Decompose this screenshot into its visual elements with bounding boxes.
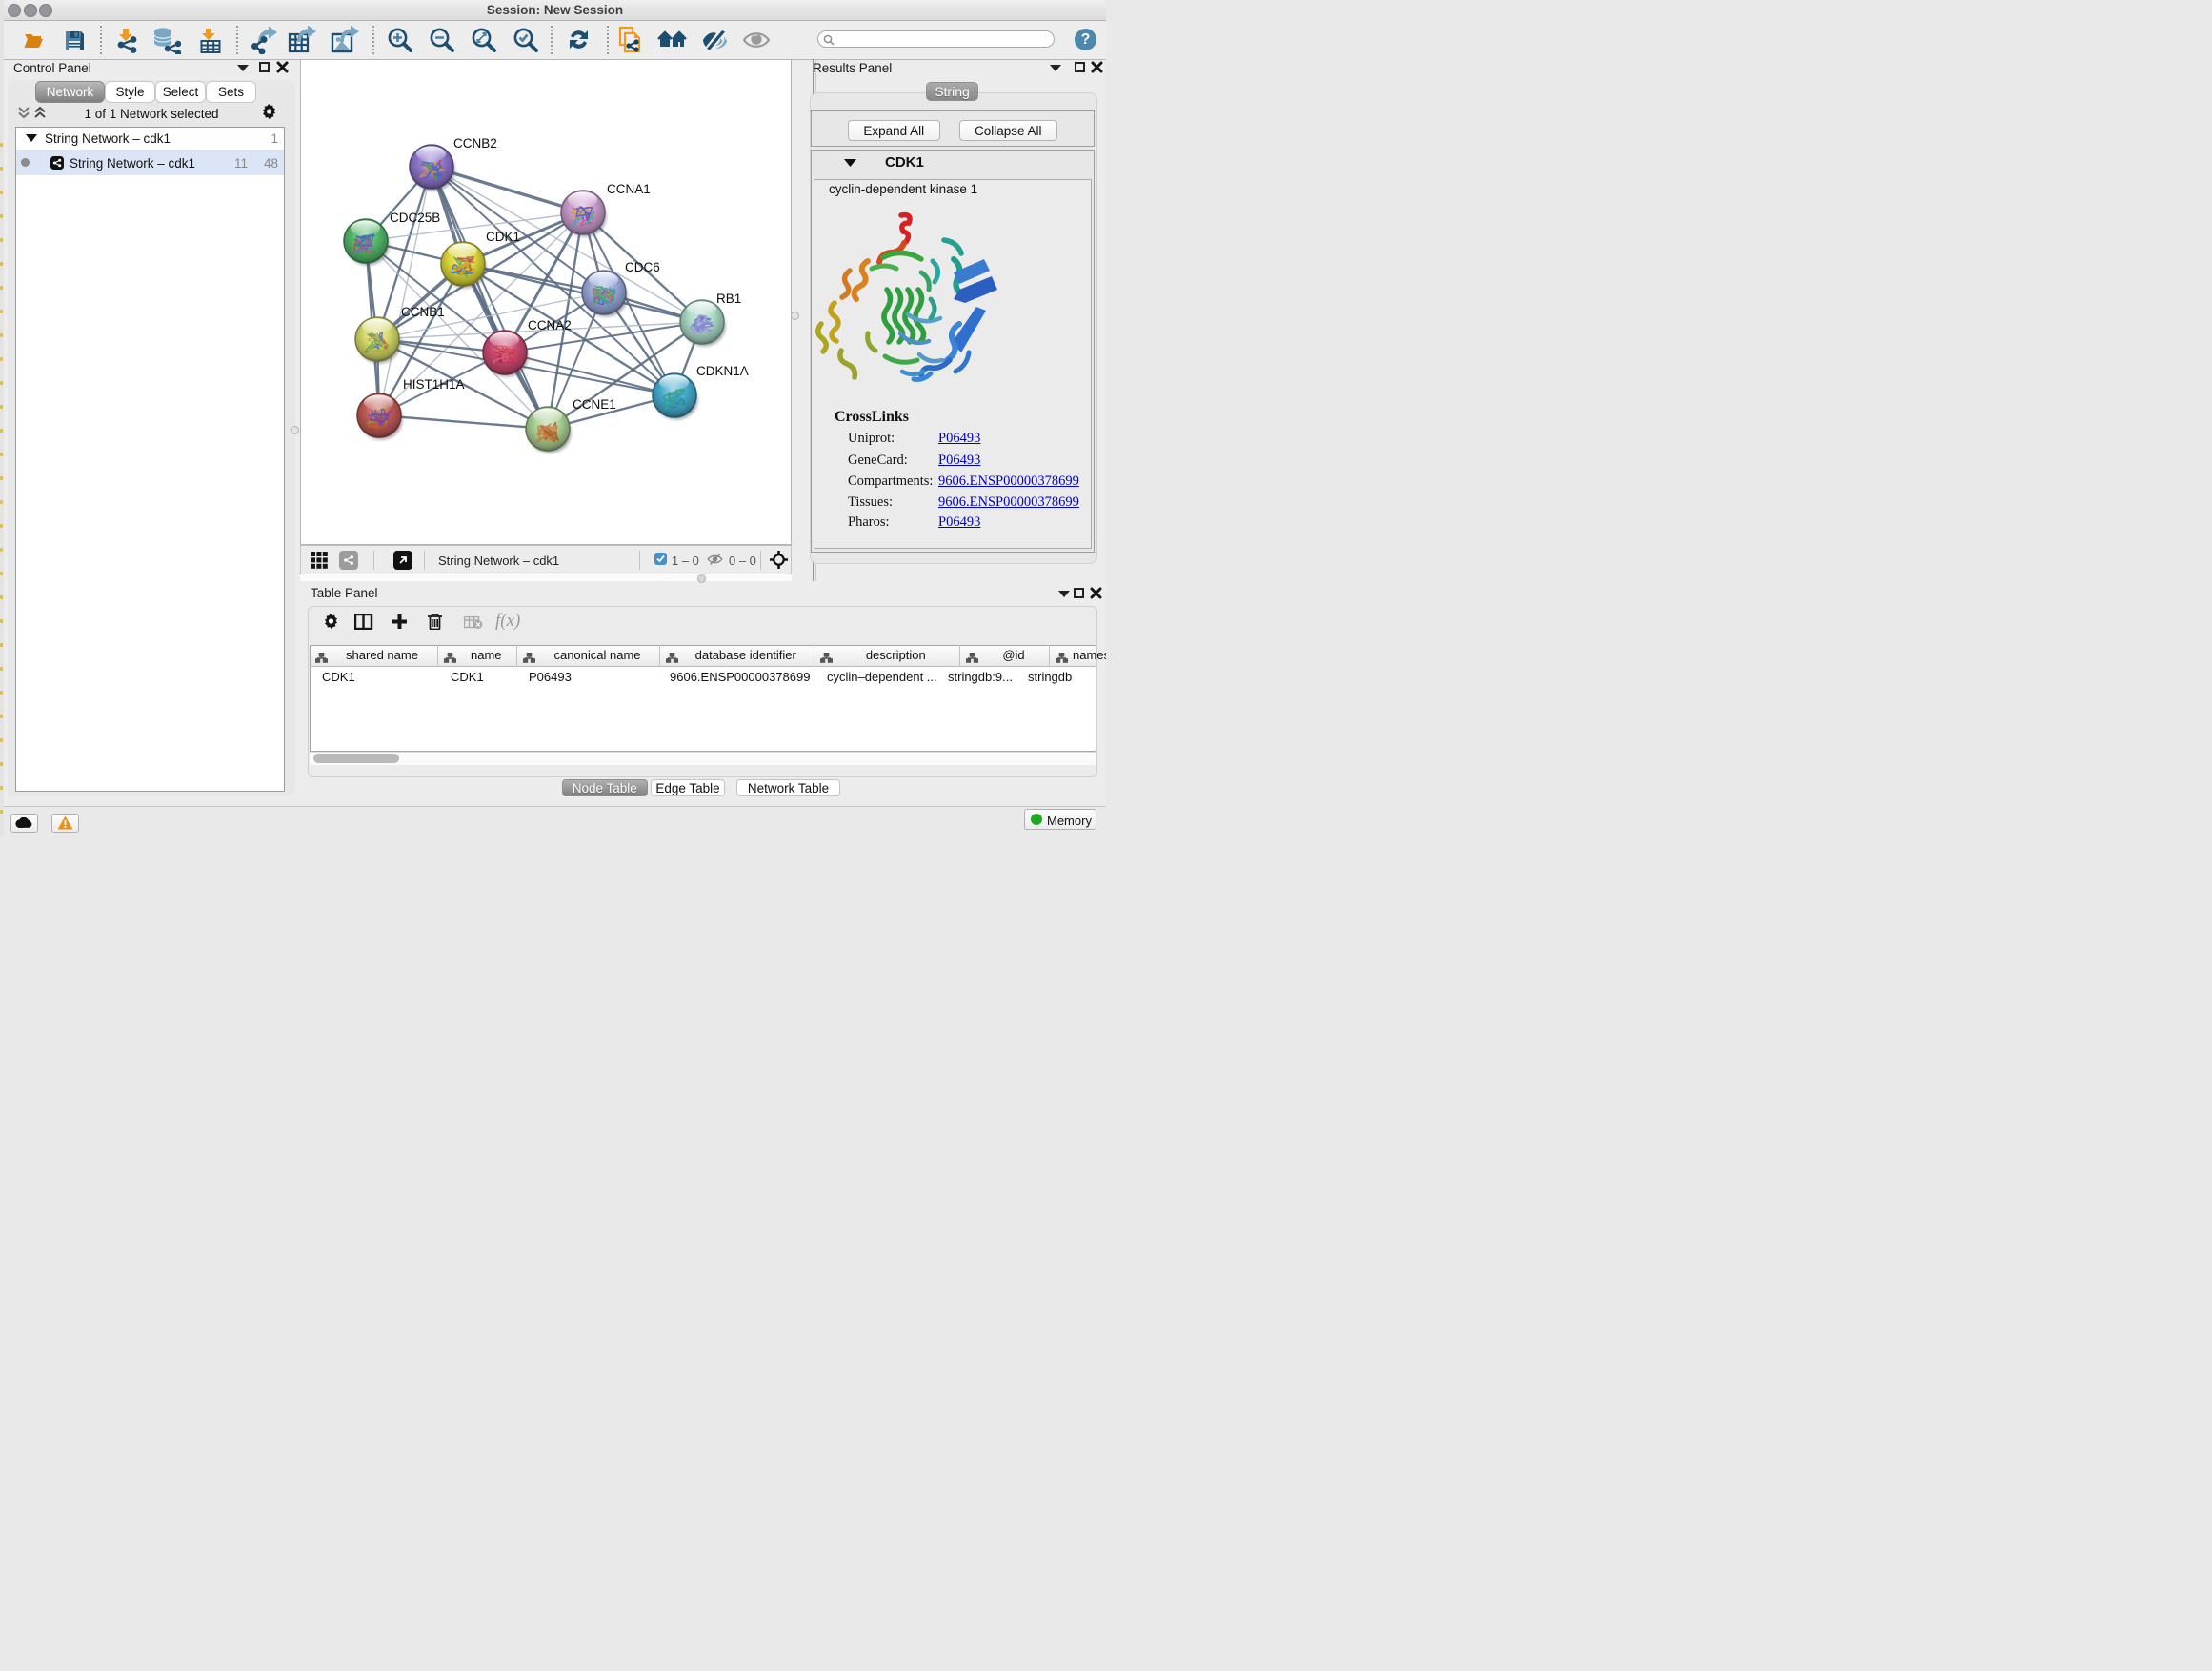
svg-text:CCNB2: CCNB2 [453, 136, 497, 151]
svg-text:CDK1: CDK1 [486, 230, 520, 244]
svg-text:CDKN1A: CDKN1A [696, 364, 749, 378]
svg-text:CCNE1: CCNE1 [573, 397, 616, 412]
svg-text:RB1: RB1 [716, 292, 741, 306]
svg-text:CCNA1: CCNA1 [607, 182, 651, 196]
svg-text:CDC6: CDC6 [625, 260, 660, 274]
svg-text:CDC25B: CDC25B [390, 211, 440, 225]
svg-text:CCNA2: CCNA2 [528, 318, 572, 332]
svg-text:HIST1H1A: HIST1H1A [403, 377, 465, 392]
svg-text:CCNB1: CCNB1 [401, 305, 445, 319]
